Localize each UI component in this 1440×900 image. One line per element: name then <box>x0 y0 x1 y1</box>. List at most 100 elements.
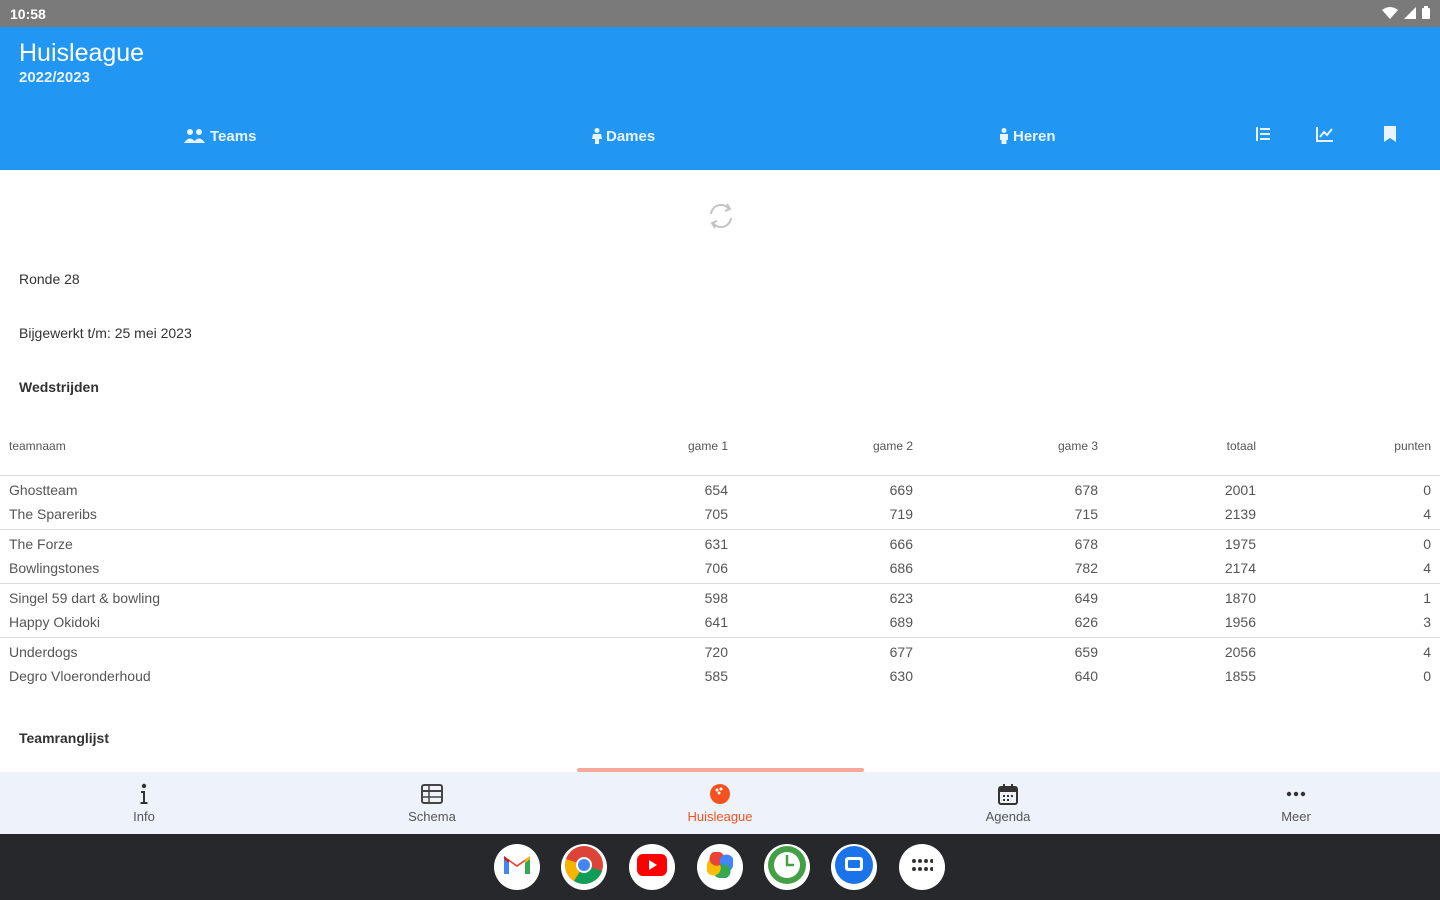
match-group: The Forze 631 666 678 1975 0 Bowlingston… <box>0 530 1440 584</box>
game1-score: 706 <box>704 560 728 576</box>
total-score: 1855 <box>1224 668 1256 684</box>
header-punten: punten <box>1394 439 1431 453</box>
header-teamnaam: teamnaam <box>9 439 66 453</box>
youtube-app[interactable] <box>629 844 675 890</box>
tab-heren[interactable]: Heren <box>999 121 1056 151</box>
table-row: The Forze 631 666 678 1975 0 <box>0 536 1440 560</box>
battery-icon <box>1422 5 1430 22</box>
table-icon <box>421 783 443 805</box>
nav-schema-label: Schema <box>408 808 456 824</box>
game1-score: 585 <box>704 668 728 684</box>
nav-agenda-label: Agenda <box>985 808 1031 824</box>
team-name: Ghostteam <box>9 482 78 498</box>
game2-score: 623 <box>889 590 913 606</box>
nav-info[interactable]: Info <box>0 772 288 834</box>
bookmark-button[interactable] <box>1378 124 1402 148</box>
table-header: teamnaam game 1 game 2 game 3 totaal pun… <box>0 432 1440 476</box>
team-name: The Forze <box>9 536 73 552</box>
game2-score: 686 <box>889 560 913 576</box>
refresh-button[interactable] <box>705 200 737 232</box>
more-icon <box>1286 783 1306 805</box>
game1-score: 598 <box>704 590 728 606</box>
gmail-icon <box>502 854 532 881</box>
points: 0 <box>1423 482 1431 498</box>
table-row: Singel 59 dart & bowling 598 623 649 187… <box>0 590 1440 614</box>
nav-agenda[interactable]: Agenda <box>864 772 1152 834</box>
team-name: The Spareribs <box>9 506 97 522</box>
header-game3: game 3 <box>1057 439 1098 453</box>
table-row: Degro Vloeronderhoud 585 630 640 1855 0 <box>0 668 1440 692</box>
tab-dames[interactable]: Dames <box>592 121 655 151</box>
game2-score: 719 <box>889 506 913 522</box>
list-button[interactable] <box>1251 124 1275 148</box>
tab-dames-label: Dames <box>606 127 656 145</box>
game2-score: 689 <box>889 614 913 630</box>
status-bar: 10:58 <box>0 0 1440 27</box>
game2-score: 669 <box>889 482 913 498</box>
header-game1: game 1 <box>687 439 728 453</box>
male-icon <box>999 128 1009 144</box>
nav-info-label: Info <box>133 808 155 824</box>
photos-app[interactable] <box>697 844 743 890</box>
nav-huisleague[interactable]: Huisleague <box>576 772 864 834</box>
team-name: Bowlingstones <box>9 560 100 576</box>
nav-meer-label: Meer <box>1281 808 1311 824</box>
app-bar: Huisleague 2022/2023 Teams Dames Heren <box>0 27 1440 170</box>
chrome-app[interactable] <box>561 844 607 890</box>
matches-heading: Wedstrijden <box>19 379 99 395</box>
chart-button[interactable] <box>1313 124 1337 148</box>
total-score: 2001 <box>1224 482 1256 498</box>
bookmark-icon <box>1384 125 1396 147</box>
bowling-ball-icon <box>709 783 731 805</box>
total-score: 1975 <box>1224 536 1256 552</box>
game3-score: 640 <box>1074 668 1098 684</box>
status-time: 10:58 <box>10 5 46 22</box>
table-row: Happy Okidoki 641 689 626 1956 3 <box>0 614 1440 638</box>
clock-app[interactable] <box>764 844 810 890</box>
points: 3 <box>1423 614 1431 630</box>
app-drawer[interactable] <box>899 844 945 890</box>
calendar-icon <box>998 783 1018 805</box>
game2-score: 666 <box>889 536 913 552</box>
nav-meer[interactable]: Meer <box>1152 772 1440 834</box>
team-name: Singel 59 dart & bowling <box>9 590 160 606</box>
game3-score: 782 <box>1074 560 1098 576</box>
game3-score: 659 <box>1074 644 1098 660</box>
table-row: Ghostteam 654 669 678 2001 0 <box>0 482 1440 506</box>
matches-table: teamnaam game 1 game 2 game 3 totaal pun… <box>0 432 1440 692</box>
app-title: Huisleague <box>19 39 145 67</box>
game1-score: 720 <box>704 644 728 660</box>
total-score: 1870 <box>1224 590 1256 606</box>
nav-huisleague-label: Huisleague <box>687 808 753 824</box>
points: 1 <box>1423 590 1431 606</box>
chrome-icon <box>564 845 604 890</box>
game1-score: 631 <box>704 536 728 552</box>
total-score: 2139 <box>1224 506 1256 522</box>
game3-score: 626 <box>1074 614 1098 630</box>
tab-teams[interactable]: Teams <box>184 121 256 151</box>
status-icons <box>1382 5 1430 22</box>
gmail-app[interactable] <box>494 844 540 890</box>
info-icon <box>139 783 149 805</box>
team-name: Happy Okidoki <box>9 614 101 630</box>
game1-score: 641 <box>704 614 728 630</box>
points: 4 <box>1423 560 1431 576</box>
system-dock <box>0 834 1440 900</box>
tab-bar: Teams Dames Heren <box>0 121 1440 151</box>
total-score: 2056 <box>1224 644 1256 660</box>
points: 4 <box>1423 644 1431 660</box>
match-group: Ghostteam 654 669 678 2001 0 The Spareri… <box>0 476 1440 530</box>
nav-schema[interactable]: Schema <box>288 772 576 834</box>
game1-score: 654 <box>704 482 728 498</box>
game3-score: 715 <box>1074 506 1098 522</box>
total-score: 1956 <box>1224 614 1256 630</box>
table-row: Underdogs 720 677 659 2056 4 <box>0 644 1440 668</box>
points: 0 <box>1423 668 1431 684</box>
signal-icon <box>1404 6 1416 22</box>
messages-app[interactable] <box>831 844 877 890</box>
team-name: Degro Vloeronderhoud <box>9 668 151 684</box>
messages-icon <box>834 845 874 890</box>
game3-score: 649 <box>1074 590 1098 606</box>
team-name: Underdogs <box>9 644 78 660</box>
updated-label: Bijgewerkt t/m: 25 mei 2023 <box>19 325 192 341</box>
